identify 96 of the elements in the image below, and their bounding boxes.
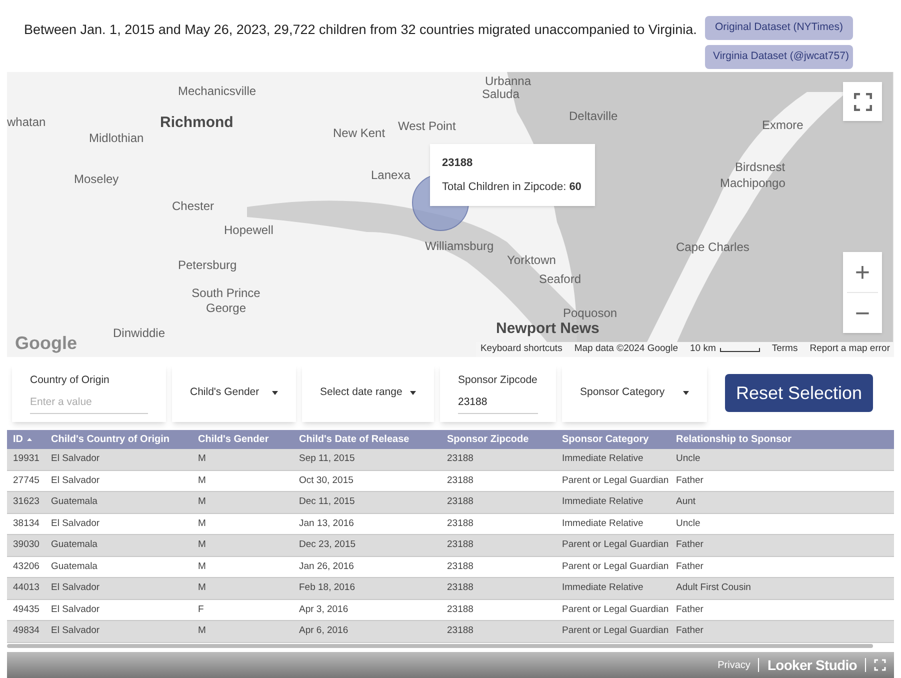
table-cell-text: M — [197, 538, 207, 552]
filter-label: Sponsor Zipcode — [458, 373, 538, 388]
table-cell-text: Father — [675, 602, 704, 617]
map-place-label: whatan — [7, 115, 46, 130]
table-cell-text: 39030 — [12, 538, 40, 552]
table-cell-text: Father — [675, 560, 704, 574]
map-place-label: Hopewell — [224, 223, 274, 238]
map-place-label: Moseley — [74, 172, 119, 187]
table-cell-text: Parent or Legal Guardian — [561, 538, 670, 552]
table-cell-text: El Salvador — [50, 516, 101, 531]
table-cell-text: F — [197, 602, 205, 617]
table-cell-text: 44013 — [12, 581, 40, 596]
map-place-label: Midlothian — [89, 131, 144, 146]
tooltip-text: Total Children in Zipcode: 60 — [442, 180, 582, 195]
table-cell-text: Feb 18, 2016 — [298, 581, 356, 596]
map-place-label: Deltaville — [569, 109, 618, 124]
table-cell-text: Uncle — [675, 516, 702, 531]
table-cell-text: Oct 30, 2015 — [298, 474, 354, 488]
table-cell-text: M — [197, 516, 207, 531]
table-cell-text: 38134 — [12, 516, 40, 531]
table-cell-text: Jan 13, 2016 — [298, 516, 355, 531]
table-cell-text: Father — [675, 474, 704, 488]
map-place-label: Mechanicsville — [178, 84, 256, 99]
map-place-label: Richmond — [160, 114, 234, 133]
map-place-label: Saluda — [482, 87, 520, 102]
table-cell-text: Immediate Relative — [561, 516, 644, 531]
table-cell-text: M — [197, 560, 207, 574]
attribution-link: 10 km — [690, 342, 760, 357]
map-place-label: Birdsnest — [735, 160, 786, 175]
map-place-label: Dinwiddie — [113, 326, 166, 341]
table-cell-text: M — [197, 581, 207, 596]
map-place-label: Poquoson — [563, 306, 618, 321]
map-place-label: South Prince George — [191, 286, 261, 316]
map-place-label: Urbanna — [485, 74, 532, 89]
table-cell-text: Dec 11, 2015 — [298, 495, 356, 510]
table-cell-text: 43206 — [12, 560, 40, 574]
table-cell-text: Jan 26, 2016 — [298, 560, 355, 574]
map-place-label: West Point — [398, 119, 456, 134]
table-cell-text: Father — [675, 538, 704, 552]
table-cell-text: El Salvador — [50, 581, 101, 596]
table-cell-text: 19931 — [12, 452, 40, 466]
table-cell-text: M — [197, 474, 207, 488]
table-cell-text: 23188 — [446, 624, 474, 638]
table-cell-text: Adult First Cousin — [675, 581, 752, 596]
map-place-label: Seaford — [539, 272, 582, 287]
map-place-label: Chester — [172, 199, 214, 214]
table-cell-text: M — [197, 624, 207, 638]
table-cell-text: Uncle — [675, 452, 702, 466]
table-cell-text: Guatemala — [50, 495, 98, 510]
map-place-label: Lanexa — [371, 168, 410, 183]
table-cell-text: M — [197, 452, 207, 466]
map-place-label: New Kent — [333, 126, 386, 141]
table-cell-text: Guatemala — [50, 560, 98, 574]
table-cell-text: 23188 — [446, 516, 474, 531]
table-cell-text: 31623 — [12, 495, 40, 510]
table-cell-text: Sep 11, 2015 — [298, 452, 356, 466]
table-cell-text: Apr 3, 2016 — [298, 602, 350, 617]
headline: Between Jan. 1, 2015 and May 26, 2023, 29,722 children from 32 countries migrated unaccompanied to Virginia. — [24, 21, 698, 39]
table-cell-text: Dec 23, 2015 — [298, 538, 357, 552]
table-cell-text: 23188 — [446, 602, 474, 617]
table-cell-text: 23188 — [446, 538, 474, 552]
table-cell-text: Immediate Relative — [561, 495, 644, 510]
map-place-label: Cape Charles — [676, 240, 750, 255]
map-place-label: Williamsburg — [425, 239, 494, 254]
table-cell-text: El Salvador — [50, 474, 101, 488]
table-cell-text: 23188 — [446, 474, 474, 488]
table-cell-text: Parent or Legal Guardian — [561, 560, 670, 574]
table-cell-text: Parent or Legal Guardian — [561, 602, 670, 617]
table-cell-text: El Salvador — [50, 624, 101, 638]
table-cell-text: Immediate Relative — [561, 452, 644, 466]
table-cell-text: 49435 — [12, 602, 40, 617]
table-cell-text: Immediate Relative — [561, 581, 644, 596]
table-cell-text: Aunt — [675, 495, 697, 510]
table-cell-text: Guatemala — [50, 538, 98, 552]
table-cell-text: M — [197, 495, 207, 510]
google-logo: Google — [15, 332, 77, 355]
table-cell-text: El Salvador — [50, 602, 101, 617]
table-cell-text: Apr 6, 2016 — [298, 624, 350, 638]
table-cell-text: Parent or Legal Guardian — [561, 474, 670, 488]
table-cell-text: 27745 — [12, 474, 40, 488]
table-cell-text: 23188 — [446, 581, 474, 596]
map-place-label: Yorktown — [507, 253, 556, 268]
table-cell-text: Father — [675, 624, 704, 638]
table-cell-text: 23188 — [446, 452, 474, 466]
table-cell-text: Parent or Legal Guardian — [561, 624, 670, 638]
table-cell-text: 49834 — [12, 624, 40, 638]
table-cell-text: El Salvador — [50, 452, 101, 466]
map-place-label: Machipongo — [720, 176, 786, 191]
tooltip-zipcode: 23188 — [442, 156, 474, 170]
filter-label: Country of Origin — [30, 373, 110, 388]
table-cell-text: 23188 — [446, 560, 474, 574]
map-place-label: Petersburg — [178, 258, 237, 273]
map-place-label: Exmore — [762, 118, 804, 133]
looker-studio-logo: Looker Studio — [767, 656, 857, 674]
map-place-label: Newport News — [496, 320, 600, 339]
table-cell-text: 23188 — [446, 495, 474, 510]
